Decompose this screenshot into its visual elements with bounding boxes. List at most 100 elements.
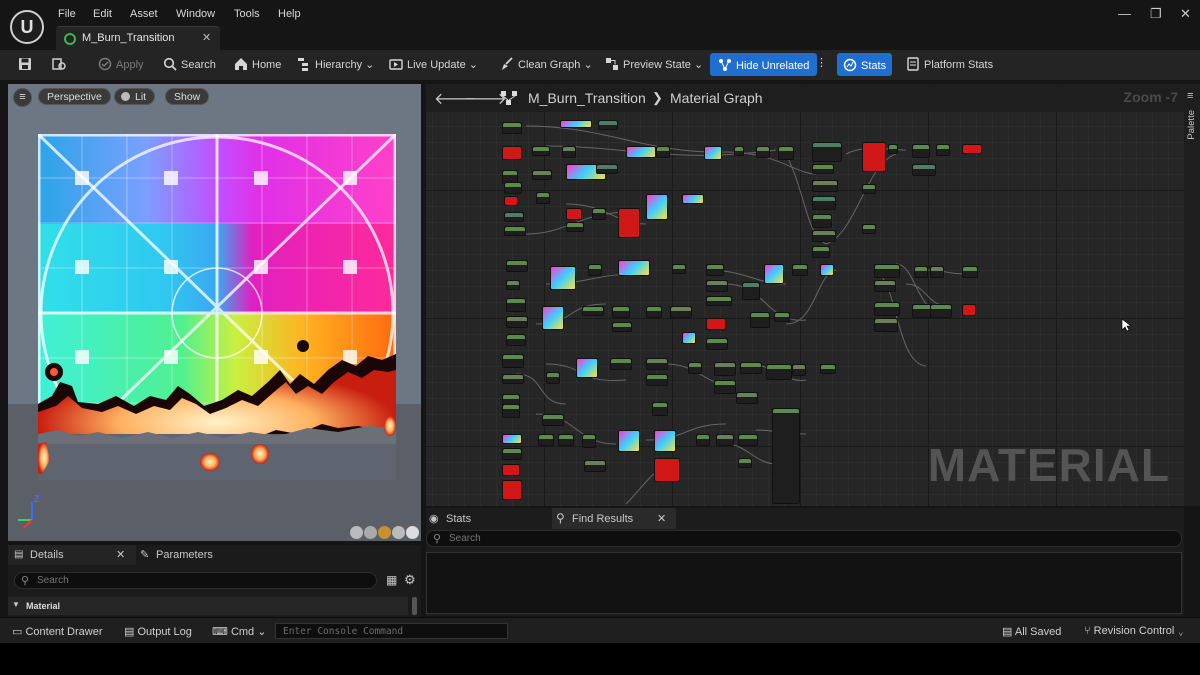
breadcrumb-asset[interactable]: M_Burn_Transition: [528, 90, 646, 106]
graph-node[interactable]: [812, 180, 838, 192]
lit-button[interactable]: Lit: [114, 88, 156, 105]
graph-node[interactable]: [738, 434, 758, 446]
close-find-results-icon[interactable]: ✕: [657, 512, 666, 525]
graph-node[interactable]: [646, 358, 668, 370]
graph-node[interactable]: [566, 208, 582, 220]
close-window-icon[interactable]: ✕: [1180, 6, 1191, 22]
graph-node[interactable]: [914, 266, 928, 278]
graph-node[interactable]: [646, 374, 668, 386]
parameters-tab[interactable]: ✎ Parameters: [138, 545, 258, 565]
graph-node[interactable]: [812, 196, 836, 210]
graph-node[interactable]: [618, 260, 650, 276]
graph-node[interactable]: [502, 434, 522, 444]
graph-node[interactable]: [584, 460, 606, 472]
graph-node[interactable]: [714, 362, 736, 376]
gear-icon[interactable]: ⚙: [404, 572, 416, 588]
graph-node[interactable]: [734, 146, 744, 156]
graph-node[interactable]: [506, 316, 528, 328]
palette-menu-icon[interactable]: ≡: [1187, 90, 1193, 102]
hide-unrelated-button[interactable]: Hide Unrelated: [710, 53, 818, 76]
graph-node[interactable]: [874, 318, 898, 332]
graph-node[interactable]: [874, 280, 896, 292]
graph-node[interactable]: [532, 170, 552, 180]
stats-search-input[interactable]: ⚲ Search: [426, 530, 1182, 547]
clean-graph-button[interactable]: Clean Graph ⌄: [500, 57, 593, 71]
graph-node[interactable]: [764, 264, 784, 284]
close-details-icon[interactable]: ✕: [116, 548, 125, 561]
more-options-icon[interactable]: ⋮: [816, 56, 827, 69]
menu-edit[interactable]: Edit: [93, 8, 112, 20]
graph-node[interactable]: [766, 364, 792, 380]
graph-node[interactable]: [706, 264, 724, 276]
graph-node[interactable]: [618, 208, 640, 238]
graph-node[interactable]: [682, 194, 704, 204]
material-graph[interactable]: 🡐 🡒 M_Burn_Transition ❯ Material Graph Z…: [426, 84, 1184, 506]
graph-node[interactable]: [962, 144, 982, 154]
graph-node[interactable]: [502, 122, 522, 134]
palette-tab-label[interactable]: Palette: [1186, 110, 1197, 140]
graph-node[interactable]: [538, 434, 554, 446]
graph-node[interactable]: [576, 358, 598, 378]
graph-node[interactable]: [504, 212, 524, 222]
graph-node[interactable]: [812, 246, 830, 258]
graph-node[interactable]: [912, 304, 932, 318]
graph-node[interactable]: [820, 264, 834, 276]
graph-node[interactable]: [750, 312, 770, 328]
graph-node[interactable]: [792, 364, 806, 376]
graph-node[interactable]: [736, 392, 758, 404]
graph-node[interactable]: [706, 338, 728, 350]
graph-node[interactable]: [962, 266, 978, 278]
revision-control-button[interactable]: ⑂ Revision Control ⌄: [1084, 625, 1184, 637]
home-button[interactable]: Home: [234, 57, 281, 71]
material-section-header[interactable]: ▼ Material: [8, 597, 408, 615]
graph-node[interactable]: [874, 302, 900, 316]
menu-asset[interactable]: Asset: [130, 8, 158, 20]
maximize-icon[interactable]: ❐: [1150, 6, 1162, 22]
graph-node[interactable]: [962, 304, 976, 316]
graph-node[interactable]: [542, 306, 564, 330]
graph-node[interactable]: [502, 374, 524, 384]
sphere-preview-icon[interactable]: [364, 526, 377, 539]
graph-node[interactable]: [504, 226, 526, 236]
graph-node[interactable]: [812, 214, 832, 228]
graph-node[interactable]: [792, 264, 808, 276]
graph-node[interactable]: [930, 304, 952, 318]
graph-node[interactable]: [532, 146, 550, 156]
graph-node[interactable]: [812, 230, 836, 242]
graph-node[interactable]: [618, 430, 640, 452]
graph-node[interactable]: [862, 224, 876, 234]
close-tab-icon[interactable]: ✕: [202, 31, 211, 44]
graph-node[interactable]: [596, 164, 618, 174]
graph-node[interactable]: [646, 194, 668, 220]
graph-node[interactable]: [506, 280, 520, 290]
graph-node[interactable]: [716, 434, 734, 446]
graph-node[interactable]: [502, 448, 522, 460]
details-search-input[interactable]: ⚲ Search: [14, 572, 377, 589]
graph-node[interactable]: [706, 296, 732, 306]
apply-button[interactable]: Apply: [98, 57, 144, 71]
graph-node[interactable]: [912, 164, 936, 176]
view-options-icon[interactable]: ▦: [386, 573, 397, 587]
graph-node[interactable]: [888, 144, 898, 154]
graph-node[interactable]: [612, 322, 632, 332]
minimize-icon[interactable]: —: [1118, 6, 1131, 21]
graph-node[interactable]: [696, 434, 710, 446]
graph-node[interactable]: [504, 196, 518, 206]
graph-node[interactable]: [502, 464, 520, 476]
breadcrumb-graph[interactable]: Material Graph: [670, 90, 763, 106]
preview-viewport[interactable]: ≡ Perspective Lit Show Z: [8, 84, 421, 541]
preview-state-button[interactable]: Preview State ⌄: [605, 57, 703, 71]
graph-node[interactable]: [778, 146, 794, 160]
graph-node[interactable]: [506, 334, 526, 346]
menu-help[interactable]: Help: [278, 8, 301, 20]
graph-node[interactable]: [874, 264, 900, 278]
menu-window[interactable]: Window: [176, 8, 215, 20]
details-tab[interactable]: ▤ Details ✕: [8, 545, 136, 565]
graph-node[interactable]: [502, 404, 520, 418]
mesh-preview-icon[interactable]: [406, 526, 419, 539]
menu-tools[interactable]: Tools: [234, 8, 260, 20]
graph-node[interactable]: [738, 458, 752, 468]
palette-panel[interactable]: ≡ Palette: [1184, 84, 1200, 506]
graph-node[interactable]: [566, 222, 584, 232]
graph-node[interactable]: [502, 146, 522, 160]
